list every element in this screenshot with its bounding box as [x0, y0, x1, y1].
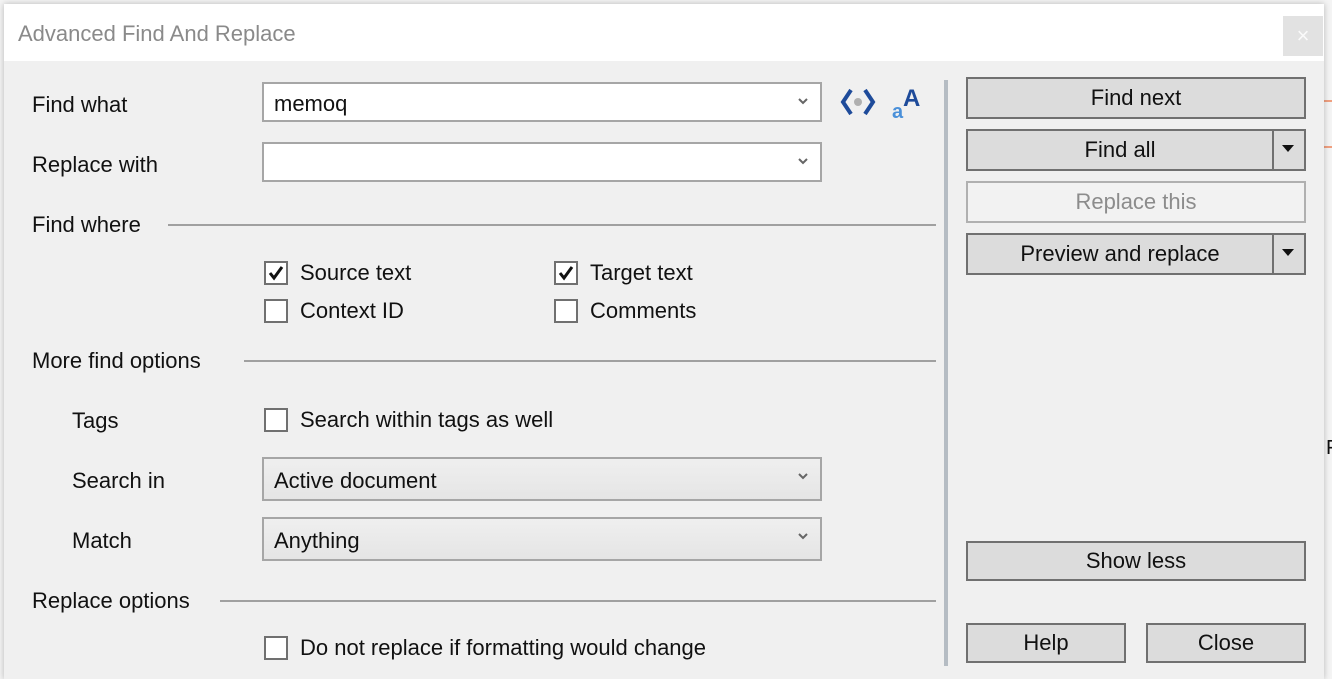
comments-checkbox[interactable] — [554, 299, 578, 323]
close-icon: × — [1296, 23, 1310, 48]
find-what-label: Find what — [32, 92, 128, 117]
context-id-label: Context ID — [300, 298, 404, 323]
chevron-down-icon[interactable] — [796, 154, 810, 168]
dropdown-arrow-icon — [1282, 145, 1294, 152]
find-what-value: memoq — [274, 91, 348, 116]
search-within-tags-checkbox[interactable] — [264, 408, 288, 432]
find-what-input[interactable]: memoq — [262, 82, 822, 122]
match-value: Anything — [274, 528, 360, 553]
comments-label: Comments — [590, 298, 697, 323]
help-button[interactable]: Help — [966, 623, 1126, 663]
target-text-option[interactable]: Target text — [554, 258, 693, 288]
find-all-dropdown[interactable] — [1272, 131, 1304, 169]
regex-tags-icon[interactable] — [840, 86, 876, 118]
background-text: F — [1326, 437, 1332, 460]
background-accent-line — [1324, 100, 1332, 102]
title-bar: Advanced Find And Replace × — [4, 4, 1324, 61]
do-not-replace-formatting-label: Do not replace if formatting would chang… — [300, 635, 707, 660]
section-divider — [244, 360, 936, 362]
comments-option[interactable]: Comments — [554, 296, 696, 326]
dropdown-arrow-icon — [1282, 249, 1294, 256]
advanced-find-replace-dialog: Advanced Find And Replace × Find what me… — [4, 4, 1324, 679]
context-id-option[interactable]: Context ID — [264, 296, 404, 326]
target-text-label: Target text — [590, 260, 693, 285]
replace-this-button[interactable]: Replace this — [966, 181, 1306, 223]
find-where-heading: Find where — [32, 212, 141, 237]
chevron-down-icon[interactable] — [796, 529, 810, 543]
more-find-options-heading: More find options — [32, 348, 201, 373]
context-id-checkbox[interactable] — [264, 299, 288, 323]
background-accent-line — [1324, 146, 1332, 148]
preview-and-replace-split-button: Preview and replace — [966, 233, 1306, 275]
source-text-option[interactable]: Source text — [264, 258, 411, 288]
source-text-label: Source text — [300, 260, 412, 285]
close-window-button[interactable]: × — [1283, 16, 1323, 56]
chevron-down-icon[interactable] — [796, 94, 810, 108]
section-divider — [168, 224, 936, 226]
replace-options-heading: Replace options — [32, 588, 190, 613]
find-all-split-button: Find all — [966, 129, 1306, 171]
dialog-title: Advanced Find And Replace — [18, 21, 296, 46]
search-within-tags-label: Search within tags as well — [300, 407, 554, 432]
find-all-button[interactable]: Find all — [968, 131, 1272, 169]
replace-with-input[interactable] — [262, 142, 822, 182]
search-in-label: Search in — [72, 468, 165, 493]
target-text-checkbox[interactable] — [554, 261, 578, 285]
tags-label: Tags — [72, 408, 119, 433]
match-label: Match — [72, 528, 132, 553]
close-button[interactable]: Close — [1146, 623, 1306, 663]
section-divider — [220, 600, 936, 602]
svg-text:A: A — [903, 85, 920, 112]
replace-with-label: Replace with — [32, 152, 158, 177]
show-less-button[interactable]: Show less — [966, 541, 1306, 581]
search-in-select[interactable]: Active document — [262, 457, 822, 501]
source-text-checkbox[interactable] — [264, 261, 288, 285]
match-select[interactable]: Anything — [262, 517, 822, 561]
do-not-replace-formatting-option[interactable]: Do not replace if formatting would chang… — [264, 633, 706, 663]
panel-splitter — [944, 80, 948, 666]
find-next-button[interactable]: Find next — [966, 77, 1306, 119]
preview-and-replace-button[interactable]: Preview and replace — [968, 235, 1272, 273]
chevron-down-icon[interactable] — [796, 469, 810, 483]
preview-and-replace-dropdown[interactable] — [1272, 235, 1304, 273]
match-case-icon[interactable]: a A — [892, 84, 928, 123]
do-not-replace-formatting-checkbox[interactable] — [264, 636, 288, 660]
search-within-tags-option[interactable]: Search within tags as well — [264, 405, 553, 435]
search-in-value: Active document — [274, 468, 437, 493]
